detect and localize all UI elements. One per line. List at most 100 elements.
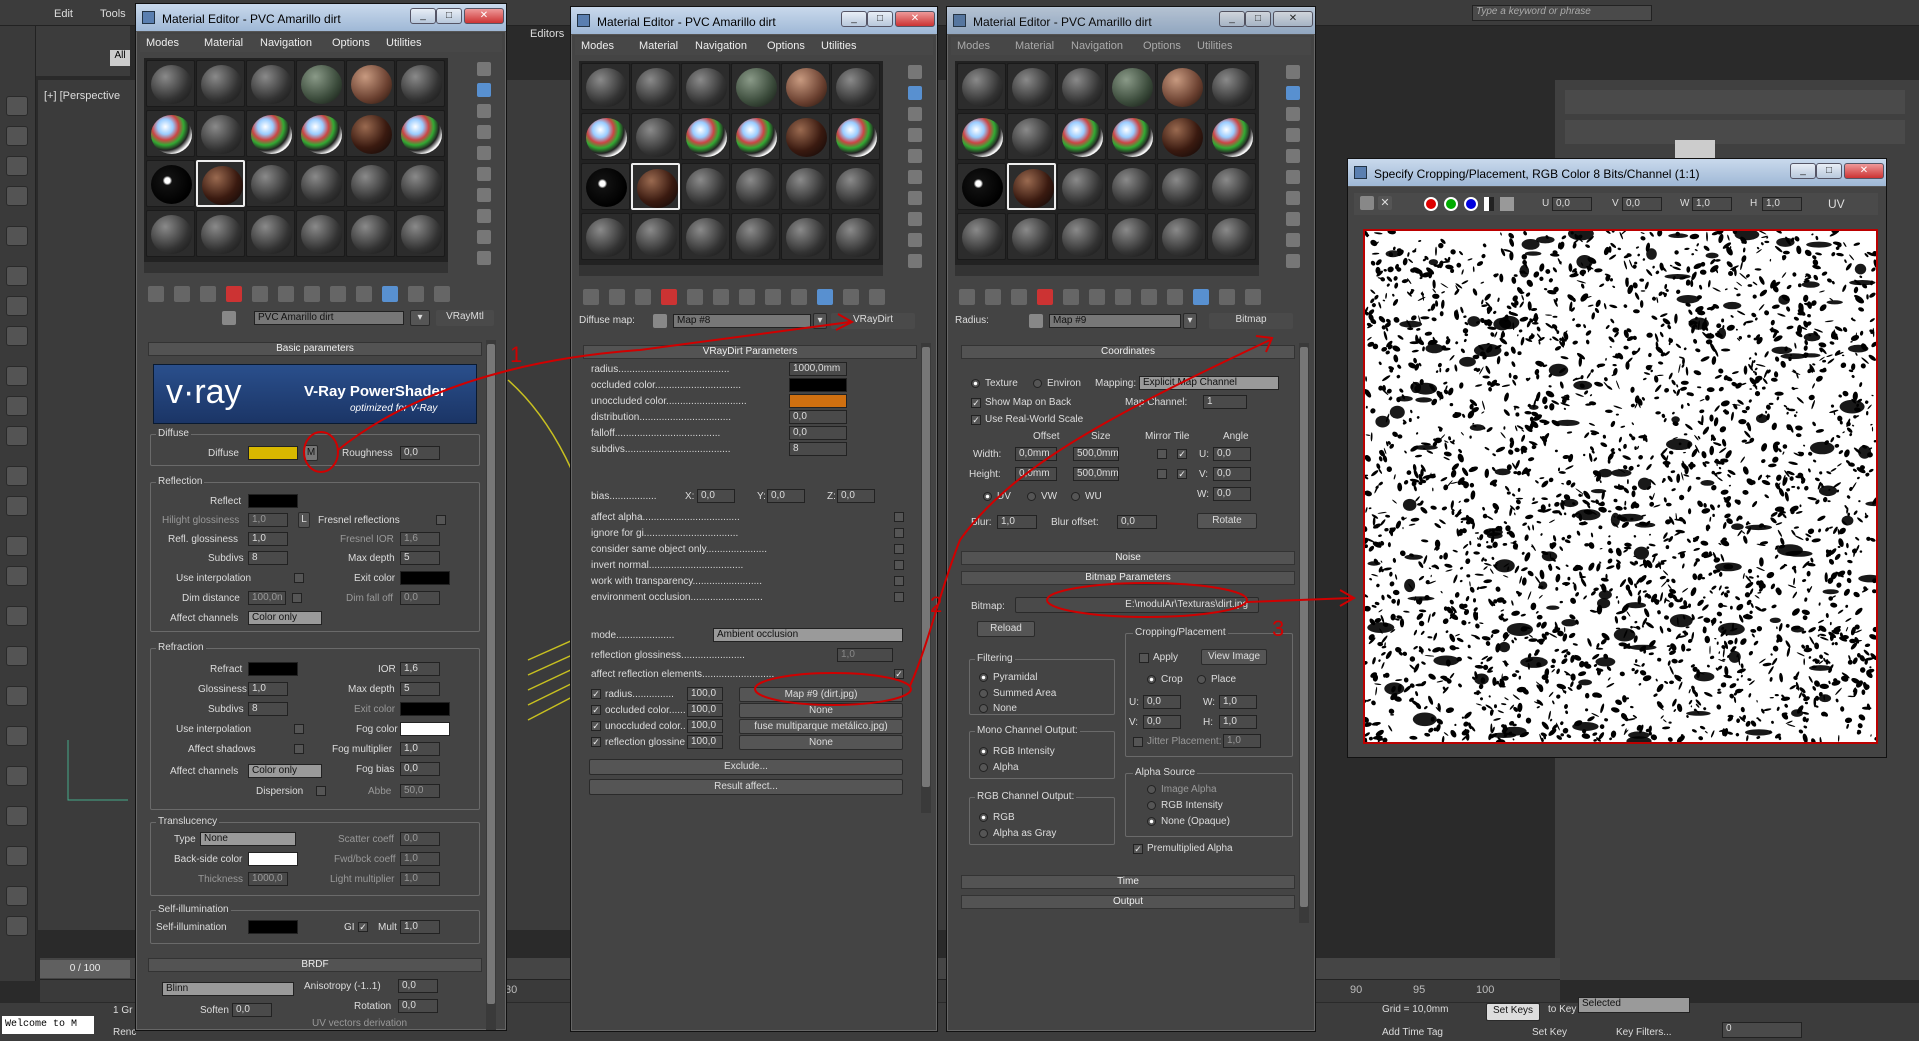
toolbar-icon[interactable] [356,286,372,302]
add-time-tag[interactable]: Add Time Tag [1382,1027,1443,1038]
tool-icon[interactable] [6,806,28,826]
toolbar-icon[interactable] [1037,289,1053,305]
result-affect-button[interactable]: Result affect... [589,779,903,795]
abbe-field[interactable]: 50,0 [400,784,440,798]
pick-material-icon[interactable] [1029,314,1043,328]
name-dropdown-button[interactable]: ▾ [410,310,430,326]
sample-slot[interactable] [681,63,730,110]
sample-slot[interactable] [196,210,245,257]
rollout-output[interactable]: Output [961,895,1295,909]
summed-area-radio[interactable] [979,689,988,698]
red-channel-icon[interactable] [1424,197,1438,211]
dirt-param-field[interactable]: 0,0 [789,410,847,424]
refr-subdivs-field[interactable]: 8 [248,702,288,716]
toolbar-icon[interactable] [635,289,651,305]
toolbar-icon[interactable] [174,286,190,302]
tool-icon[interactable] [6,396,28,416]
tool-icon[interactable] [6,296,28,316]
rollout-time[interactable]: Time [961,875,1295,889]
dirt-map-button[interactable]: Map #9 (dirt.jpg) [739,687,903,702]
sample-slot[interactable] [196,60,245,107]
menu-edit[interactable]: Edit [54,8,73,20]
set-keys-button[interactable]: Set Keys [1486,1003,1540,1021]
slots-scrollbar-h[interactable] [144,262,448,273]
map-type-button[interactable]: VRayDirt [831,313,915,329]
anisotropy-field[interactable]: 0,0 [398,979,438,993]
toolbar-icon[interactable] [226,286,242,302]
sample-slot[interactable] [1157,63,1206,110]
sample-slot[interactable] [396,110,445,157]
refr-exit-color-swatch[interactable] [400,702,450,716]
hilight-glossiness-field[interactable]: 1,0 [248,513,288,527]
maximize-button[interactable]: □ [436,8,462,24]
sample-slot[interactable] [1107,113,1156,160]
toolbar-icon[interactable] [1141,289,1157,305]
toolbar-icon[interactable] [1193,289,1209,305]
sample-slot[interactable] [146,110,195,157]
tool-icon[interactable] [6,536,28,556]
toolbar-icon[interactable] [382,286,398,302]
w-angle-field[interactable]: 0,0 [1213,487,1251,501]
scatter-coeff-field[interactable]: 0,0 [400,832,440,846]
sample-slot[interactable] [781,113,830,160]
dirt-map-amount-field[interactable]: 100,0 [687,687,723,701]
maximize-button[interactable]: □ [867,11,893,27]
sample-slots[interactable] [144,58,448,262]
sample-slot[interactable] [831,213,880,260]
tool-icon[interactable] [6,916,28,936]
width-mirror-checkbox[interactable] [1157,449,1167,459]
side-tool-icon[interactable] [908,65,922,79]
sample-slot[interactable] [1107,163,1156,210]
toolbar-icon[interactable] [765,289,781,305]
height-mirror-checkbox[interactable] [1157,469,1167,479]
vw-radio[interactable] [1027,492,1036,501]
params-scrollbar[interactable] [486,340,496,1030]
wu-radio[interactable] [1071,492,1080,501]
sample-slot[interactable] [581,113,630,160]
side-tool-icon[interactable] [477,146,491,160]
sample-slot[interactable] [296,210,345,257]
ior-field[interactable]: 1,6 [400,662,440,676]
crop-window-h-field[interactable]: 1,0 [1762,197,1802,211]
sample-slot[interactable] [581,63,630,110]
premultiplied-alpha-checkbox[interactable]: ✓ [1133,844,1143,854]
toolbar-icon[interactable] [1219,289,1235,305]
sample-slot[interactable] [346,60,395,107]
sample-slot[interactable] [731,113,780,160]
side-tool-icon[interactable] [1286,107,1300,121]
side-tool-icon[interactable] [477,167,491,181]
sample-slot[interactable] [957,63,1006,110]
toolbar-icon[interactable] [200,286,216,302]
sample-slot[interactable] [781,163,830,210]
toolbar-icon[interactable] [609,289,625,305]
search-input[interactable]: Type a keyword or phrase [1472,5,1652,21]
save-icon[interactable] [1360,196,1374,210]
gi-checkbox[interactable]: ✓ [358,922,368,932]
current-frame-field[interactable]: 0 [1722,1022,1802,1038]
maximize-button[interactable]: □ [1816,163,1842,179]
unoccluded-color-swatch[interactable] [789,394,847,408]
affect-shadows-checkbox[interactable] [294,744,304,754]
viewport-label[interactable]: [+] [Perspective [44,90,120,102]
menu-options[interactable]: Options [1143,40,1181,52]
dirt-map-button[interactable]: None [739,703,903,718]
rollout-brdf[interactable]: BRDF [148,958,482,972]
rollout-coordinates[interactable]: Coordinates [961,345,1295,359]
crop-u-field[interactable]: 0,0 [1143,695,1181,709]
side-tool-icon[interactable] [1286,128,1300,142]
close-button[interactable]: ✕ [895,11,935,27]
mult-field[interactable]: 1,0 [400,920,440,934]
sample-slot[interactable] [581,213,630,260]
toolbar-icon[interactable] [843,289,859,305]
slots-scrollbar-h[interactable] [955,265,1259,276]
toolbar-icon[interactable] [817,289,833,305]
sample-slot[interactable] [957,213,1006,260]
map-name-field[interactable]: Map #9 [1049,314,1181,328]
side-tool-icon[interactable] [477,62,491,76]
image-alpha-radio[interactable] [1147,785,1156,794]
sample-slot[interactable] [1007,163,1056,210]
fresnel-ior-field[interactable]: 1,6 [400,532,440,546]
dirt-checkbox[interactable] [894,528,904,538]
sample-slots[interactable] [579,61,883,265]
toolbar-icon[interactable] [330,286,346,302]
